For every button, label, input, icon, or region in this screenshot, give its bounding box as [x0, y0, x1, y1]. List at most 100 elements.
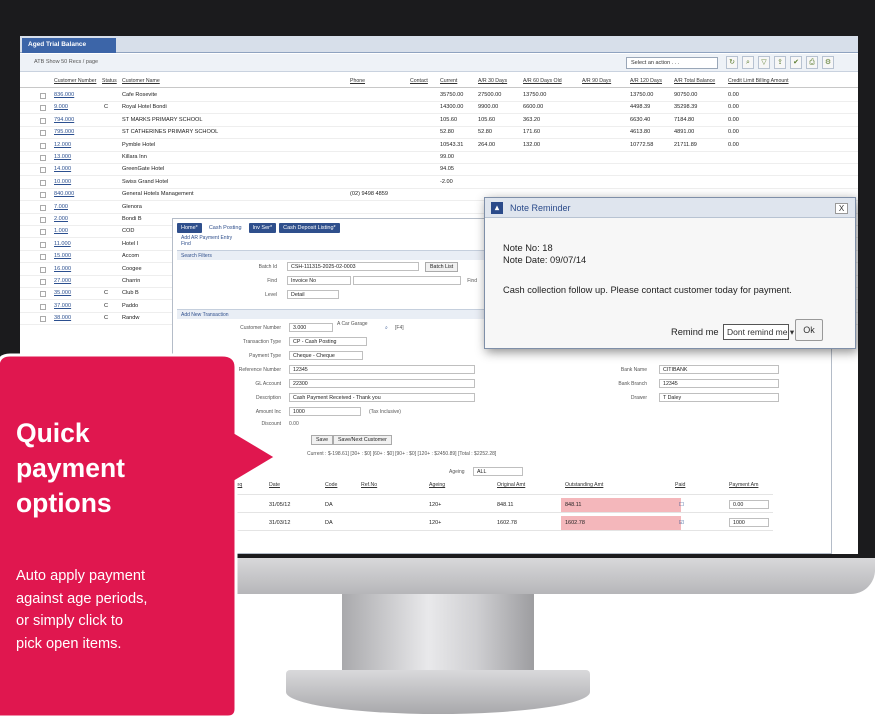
cell-num[interactable]: 37.000 [54, 303, 71, 309]
settings-icon[interactable]: ⚙ [822, 56, 834, 69]
table-row[interactable]: 12.000 Pymble Hotel 10543.31 264.00 132.00 10… [20, 140, 858, 152]
batch-id-select[interactable]: CSH-111315-2025-02-0003 [287, 262, 419, 271]
col-ar-120[interactable]: A/R 120 Days [630, 78, 662, 84]
col-ar-total[interactable]: A/R Total Balance [674, 78, 715, 84]
description-input[interactable]: Cash Payment Received - Thank you [289, 393, 475, 402]
print-icon[interactable]: ⎙ [806, 56, 818, 69]
col-phone[interactable]: Phone [350, 78, 365, 84]
row-checkbox[interactable] [40, 229, 46, 236]
table-row[interactable]: 9.000 C Royal Hotel Bondi 14300.00 9900.00 66… [20, 102, 858, 115]
col-credit-limit[interactable]: Credit Limit Billing Amount [728, 78, 789, 84]
drawer-input[interactable]: T Daley [659, 393, 779, 402]
col-contact[interactable]: Contact [410, 78, 428, 84]
row-checkbox[interactable] [40, 266, 46, 273]
close-button[interactable]: X [835, 203, 848, 214]
ageing-filter-select[interactable]: ALL [473, 467, 523, 476]
ageing-col-header[interactable]: Original Amt [497, 482, 525, 488]
row-checkbox[interactable] [40, 316, 46, 323]
gl-account-input[interactable]: 22300 [289, 379, 475, 388]
customer-lookup-icon[interactable]: ⌕ [385, 325, 388, 331]
menu-cash-deposit-listing[interactable]: Cash Deposit Listing* [279, 223, 340, 233]
transaction-type-select[interactable]: CP - Cash Posting [289, 337, 367, 346]
row-checkbox[interactable] [40, 179, 46, 186]
find-field-select[interactable]: Invoice No [287, 276, 351, 285]
col-ar-30[interactable]: A/R 30 Days [478, 78, 507, 84]
row-checkbox[interactable] [40, 291, 46, 298]
row-checkbox[interactable] [40, 105, 46, 112]
save-button[interactable]: Save [311, 435, 334, 445]
table-row[interactable]: 14.000 GreenGate Hotel 94.05 [20, 164, 858, 177]
find-input[interactable] [353, 276, 461, 285]
level-select[interactable]: Detail [287, 290, 339, 299]
find-button[interactable]: Find [457, 278, 477, 284]
cell-num[interactable]: 794.000 [54, 117, 74, 123]
ok-button[interactable]: Ok [795, 319, 823, 341]
paid-checkbox[interactable]: ☐ [679, 502, 684, 508]
row-checkbox[interactable] [40, 155, 46, 161]
batch-list-button[interactable]: Batch List [425, 262, 459, 272]
col-ar-90[interactable]: A/R 90 Days [582, 78, 611, 84]
discount-value[interactable]: 0.00 [289, 421, 299, 427]
row-checkbox[interactable] [40, 130, 46, 137]
payment-amount-input[interactable]: 1000 [729, 518, 769, 527]
cell-num[interactable]: 27.000 [54, 278, 71, 284]
row-checkbox[interactable] [40, 241, 46, 248]
ageing-col-header[interactable]: Ageing [429, 482, 445, 488]
records-per-page[interactable]: ATB Show 50 Recs / page [34, 59, 98, 65]
tab-aged-trial-balance[interactable]: Aged Trial Balance [22, 38, 116, 53]
ageing-col-header[interactable]: Ref.No [361, 482, 377, 488]
ageing-col-header[interactable]: Payment Am [729, 482, 758, 488]
row-checkbox[interactable] [40, 117, 46, 124]
row-checkbox[interactable] [40, 217, 46, 223]
row-checkbox[interactable] [40, 167, 46, 174]
table-row[interactable]: 795.000 ST CATHERINES PRIMARY SCHOOL 52.80… [20, 127, 858, 140]
menu-inv-ser[interactable]: Inv Ser* [248, 223, 277, 233]
col-customer-name[interactable]: Customer Name [122, 78, 160, 84]
cell-num[interactable]: 15.000 [54, 253, 71, 259]
cell-num[interactable]: 14.000 [54, 166, 71, 172]
cell-num[interactable]: 795.000 [54, 129, 74, 135]
cell-num[interactable]: 7.000 [54, 204, 68, 210]
filter-icon[interactable]: ▽ [758, 56, 770, 69]
table-row[interactable]: 794.000 ST MARKS PRIMARY SCHOOL 105.60 105.… [20, 115, 858, 127]
table-row[interactable]: 13.000 Killara Inn 99.00 [20, 152, 858, 164]
row-checkbox[interactable] [40, 142, 46, 149]
cell-num[interactable]: 12.000 [54, 142, 71, 148]
col-status[interactable]: Status [102, 78, 117, 84]
col-current[interactable]: Current [440, 78, 457, 84]
cell-num[interactable]: 2.000 [54, 216, 68, 222]
cell-num[interactable]: 1.000 [54, 228, 68, 234]
row-checkbox[interactable] [40, 93, 46, 99]
cell-num[interactable]: 836.000 [54, 92, 74, 98]
bank-name-input[interactable]: CITIBANK [659, 365, 779, 374]
row-checkbox[interactable] [40, 303, 46, 310]
table-row[interactable]: 836.000 Cafe Rosevite 35750.00 27500.00 1375… [20, 90, 858, 102]
row-checkbox[interactable] [40, 192, 46, 199]
reference-number-input[interactable]: 12345 [289, 365, 475, 374]
refresh-icon[interactable]: ↻ [726, 56, 738, 69]
cell-num[interactable]: 13.000 [54, 154, 71, 160]
check-icon[interactable]: ✔ [790, 56, 802, 69]
cell-num[interactable]: 11.000 [54, 241, 71, 247]
cell-num[interactable]: 10.000 [54, 179, 71, 185]
cell-num[interactable]: 16.000 [54, 266, 71, 272]
ageing-col-header[interactable]: Outstanding Amt [565, 482, 603, 488]
col-ar-60[interactable]: A/R 60 Days Old [523, 78, 562, 84]
remind-me-select[interactable]: Dont remind me ▾ [723, 324, 794, 340]
col-customer-number[interactable]: Customer Number [54, 78, 96, 84]
table-row[interactable]: 10.000 Swiss Grand Hotel -2.00 [20, 177, 858, 189]
export-icon[interactable]: ⇪ [774, 56, 786, 69]
row-checkbox[interactable] [40, 254, 46, 261]
paid-checkbox[interactable]: ☑ [679, 520, 684, 526]
row-checkbox[interactable] [40, 204, 46, 211]
ageing-col-header[interactable]: Paid [675, 482, 685, 488]
payment-type-select[interactable]: Cheque - Cheque [289, 351, 363, 360]
menu-cash-posting[interactable]: Cash Posting [205, 223, 246, 233]
bank-branch-input[interactable]: 12345 [659, 379, 779, 388]
action-select[interactable]: Select an action . . . [626, 57, 718, 69]
amount-input[interactable]: 1000 [289, 407, 361, 416]
ageing-col-header[interactable]: Code [325, 482, 337, 488]
cell-num[interactable]: 9.000 [54, 104, 68, 110]
customer-number-input[interactable]: 3.000 [289, 323, 333, 332]
cell-num[interactable]: 38.000 [54, 315, 71, 321]
